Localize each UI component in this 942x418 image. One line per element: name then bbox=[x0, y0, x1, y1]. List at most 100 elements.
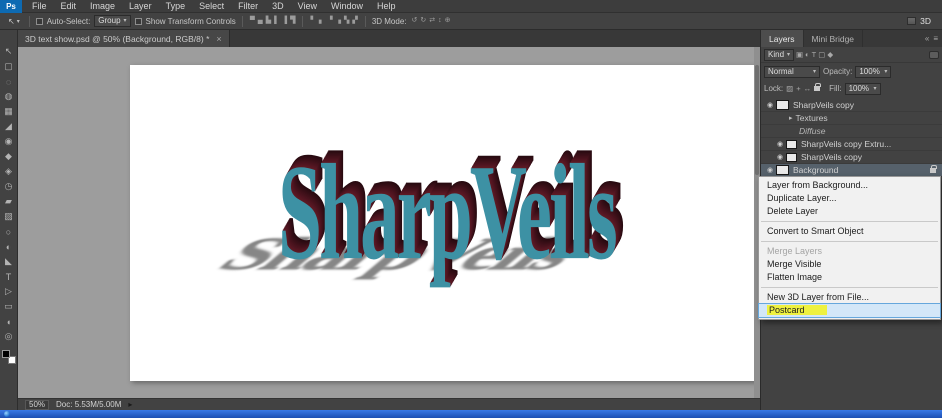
context-menu-item[interactable]: Merge Visible bbox=[759, 258, 940, 271]
distribute-horizontal-centers-icon[interactable]: ▚ bbox=[343, 16, 350, 26]
visibility-eye-icon[interactable]: ◉ bbox=[764, 101, 776, 109]
lock-all-icon[interactable] bbox=[814, 83, 822, 91]
menu-view[interactable]: View bbox=[291, 0, 324, 13]
fill-field[interactable]: 100% ▾ bbox=[844, 82, 881, 95]
context-menu-item[interactable]: Convert to Smart Object bbox=[759, 225, 940, 238]
distribute-left-edges-icon[interactable]: ▗ bbox=[335, 16, 342, 26]
rectangular-marquee-tool[interactable]: ▢ bbox=[0, 59, 18, 74]
lock-transparency-icon[interactable]: ▨ bbox=[786, 84, 793, 93]
3d-slide-camera-icon[interactable]: ↕ bbox=[437, 16, 443, 26]
context-menu-item[interactable]: Delete Layer bbox=[759, 205, 940, 218]
spot-healing-brush-tool[interactable]: ◉ bbox=[0, 134, 18, 149]
workspace-switcher[interactable]: 3D bbox=[907, 16, 937, 26]
menu-3d[interactable]: 3D bbox=[265, 0, 291, 13]
move-tool[interactable]: ↖ bbox=[0, 44, 18, 59]
context-menu-item[interactable] bbox=[761, 287, 938, 288]
crop-tool[interactable]: ▦ bbox=[0, 104, 18, 119]
tool-preset-picker[interactable]: ↖ ▾ bbox=[5, 17, 23, 26]
align-top-edges-icon[interactable]: ▀ bbox=[249, 16, 256, 26]
align-vertical-centers-icon[interactable]: ▄ bbox=[257, 16, 264, 26]
panel-menu-icon[interactable]: ≡ bbox=[933, 34, 938, 43]
scrollbar-thumb[interactable] bbox=[755, 65, 759, 175]
filter-pixel-layers-icon[interactable]: ▣ bbox=[796, 50, 803, 59]
menu-type[interactable]: Type bbox=[159, 0, 193, 13]
context-menu-item[interactable]: Postcard bbox=[758, 303, 941, 318]
layer-row[interactable]: ◉ ▸ Diffuse bbox=[761, 125, 942, 138]
lock-position-icon[interactable]: ↔ bbox=[804, 84, 812, 93]
tab-layers[interactable]: Layers bbox=[761, 30, 804, 47]
tab-mini-bridge[interactable]: Mini Bridge bbox=[804, 30, 864, 47]
align-horizontal-centers-icon[interactable]: ▐ bbox=[281, 16, 288, 26]
distribute-vertical-centers-icon[interactable]: ▖ bbox=[318, 16, 325, 26]
clone-stamp-tool[interactable]: ◈ bbox=[0, 164, 18, 179]
context-menu-item[interactable]: Layer from Background... bbox=[759, 179, 940, 192]
collapse-panels-icon[interactable]: « bbox=[925, 34, 929, 43]
menu-layer[interactable]: Layer bbox=[122, 0, 159, 13]
pen-tool[interactable]: ◣ bbox=[0, 254, 18, 269]
blend-mode-dropdown[interactable]: Normal ▾ bbox=[764, 65, 820, 78]
blur-tool[interactable]: ○ bbox=[0, 224, 18, 239]
close-icon[interactable]: × bbox=[216, 34, 221, 44]
menu-edit[interactable]: Edit bbox=[54, 0, 84, 13]
align-left-edges-icon[interactable]: ▌ bbox=[273, 16, 280, 26]
align-bottom-edges-icon[interactable]: ▙ bbox=[265, 16, 272, 26]
filter-shape-layers-icon[interactable]: ▢ bbox=[818, 50, 825, 59]
layer-row[interactable]: ◉ ▸ SharpVeils copy Extru... bbox=[761, 138, 942, 151]
visibility-eye-icon[interactable]: ◉ bbox=[764, 166, 776, 174]
3d-zoom-camera-icon[interactable]: ⊕ bbox=[444, 16, 452, 26]
context-menu-item[interactable] bbox=[761, 221, 938, 222]
document-canvas[interactable]: SharpVeils SharpVeils bbox=[130, 65, 758, 381]
taskbar[interactable] bbox=[0, 410, 942, 418]
lock-pixels-icon[interactable]: + bbox=[796, 84, 800, 93]
type-tool[interactable]: T bbox=[0, 269, 18, 284]
distribute-top-edges-icon[interactable]: ▘ bbox=[309, 16, 316, 26]
layer-row[interactable]: ◉ ▸ SharpVeils copy bbox=[761, 99, 942, 112]
filter-toggle-switch[interactable] bbox=[929, 50, 939, 59]
menu-image[interactable]: Image bbox=[83, 0, 122, 13]
foreground-color-swatch[interactable] bbox=[1, 350, 10, 358]
menu-select[interactable]: Select bbox=[192, 0, 231, 13]
menu-filter[interactable]: Filter bbox=[231, 0, 265, 13]
distribute-bottom-edges-icon[interactable]: ▝ bbox=[326, 16, 333, 26]
filter-kind-dropdown[interactable]: Kind ▾ bbox=[764, 48, 795, 61]
distribute-right-edges-icon[interactable]: ▞ bbox=[351, 16, 358, 26]
hand-tool[interactable]: ◖ bbox=[0, 314, 18, 329]
context-menu-item[interactable]: New 3D Layer from File... bbox=[759, 291, 940, 304]
align-right-edges-icon[interactable]: ▜ bbox=[289, 16, 296, 26]
context-menu-item[interactable] bbox=[761, 241, 938, 242]
menu-help[interactable]: Help bbox=[370, 0, 403, 13]
menu-window[interactable]: Window bbox=[324, 0, 370, 13]
filter-smart-objects-icon[interactable]: ◆ bbox=[827, 50, 833, 59]
brush-tool[interactable]: ◆ bbox=[0, 149, 18, 164]
visibility-eye-icon[interactable]: ◉ bbox=[774, 153, 786, 161]
disclosure-triangle-icon[interactable]: ▸ bbox=[789, 114, 793, 122]
gradient-tool[interactable]: ▨ bbox=[0, 209, 18, 224]
quick-selection-tool[interactable]: ◍ bbox=[0, 89, 18, 104]
zoom-level-field[interactable]: 50% bbox=[25, 399, 50, 410]
history-brush-tool[interactable]: ◷ bbox=[0, 179, 18, 194]
lasso-tool[interactable]: ◌ bbox=[0, 74, 18, 89]
visibility-eye-icon[interactable]: ◉ bbox=[774, 140, 786, 148]
3d-rotate-camera-icon[interactable]: ↺ bbox=[411, 16, 419, 26]
layer-row[interactable]: ◉ ▸ SharpVeils copy bbox=[761, 151, 942, 164]
filter-adjustment-layers-icon[interactable]: ◐ bbox=[805, 50, 810, 59]
status-flyout-arrow-icon[interactable]: ▸ bbox=[128, 400, 132, 409]
dodge-tool[interactable]: ◐ bbox=[0, 239, 18, 254]
3d-roll-camera-icon[interactable]: ↻ bbox=[419, 16, 427, 26]
zoom-tool[interactable]: ◎ bbox=[0, 329, 18, 344]
filter-type-layers-icon[interactable]: T bbox=[812, 50, 817, 59]
auto-select-dropdown[interactable]: Group ▾ bbox=[94, 15, 131, 27]
context-menu-item[interactable]: Flatten Image bbox=[759, 271, 940, 284]
eraser-tool[interactable]: ▰ bbox=[0, 194, 18, 209]
context-menu-item[interactable]: Duplicate Layer... bbox=[759, 192, 940, 205]
document-tab[interactable]: 3D text show.psd @ 50% (Background, RGB/… bbox=[18, 30, 230, 47]
show-transform-controls-checkbox[interactable] bbox=[134, 17, 142, 25]
opacity-field[interactable]: 100% ▾ bbox=[855, 65, 892, 78]
menu-file[interactable]: File bbox=[25, 0, 54, 13]
eyedropper-tool[interactable]: ◢ bbox=[0, 119, 18, 134]
3d-drag-camera-icon[interactable]: ⇄ bbox=[428, 16, 436, 26]
layer-row[interactable]: ◉ ▸ Textures bbox=[761, 112, 942, 125]
start-button[interactable] bbox=[4, 411, 10, 417]
path-selection-tool[interactable]: ▷ bbox=[0, 284, 18, 299]
auto-select-checkbox[interactable] bbox=[35, 17, 43, 25]
